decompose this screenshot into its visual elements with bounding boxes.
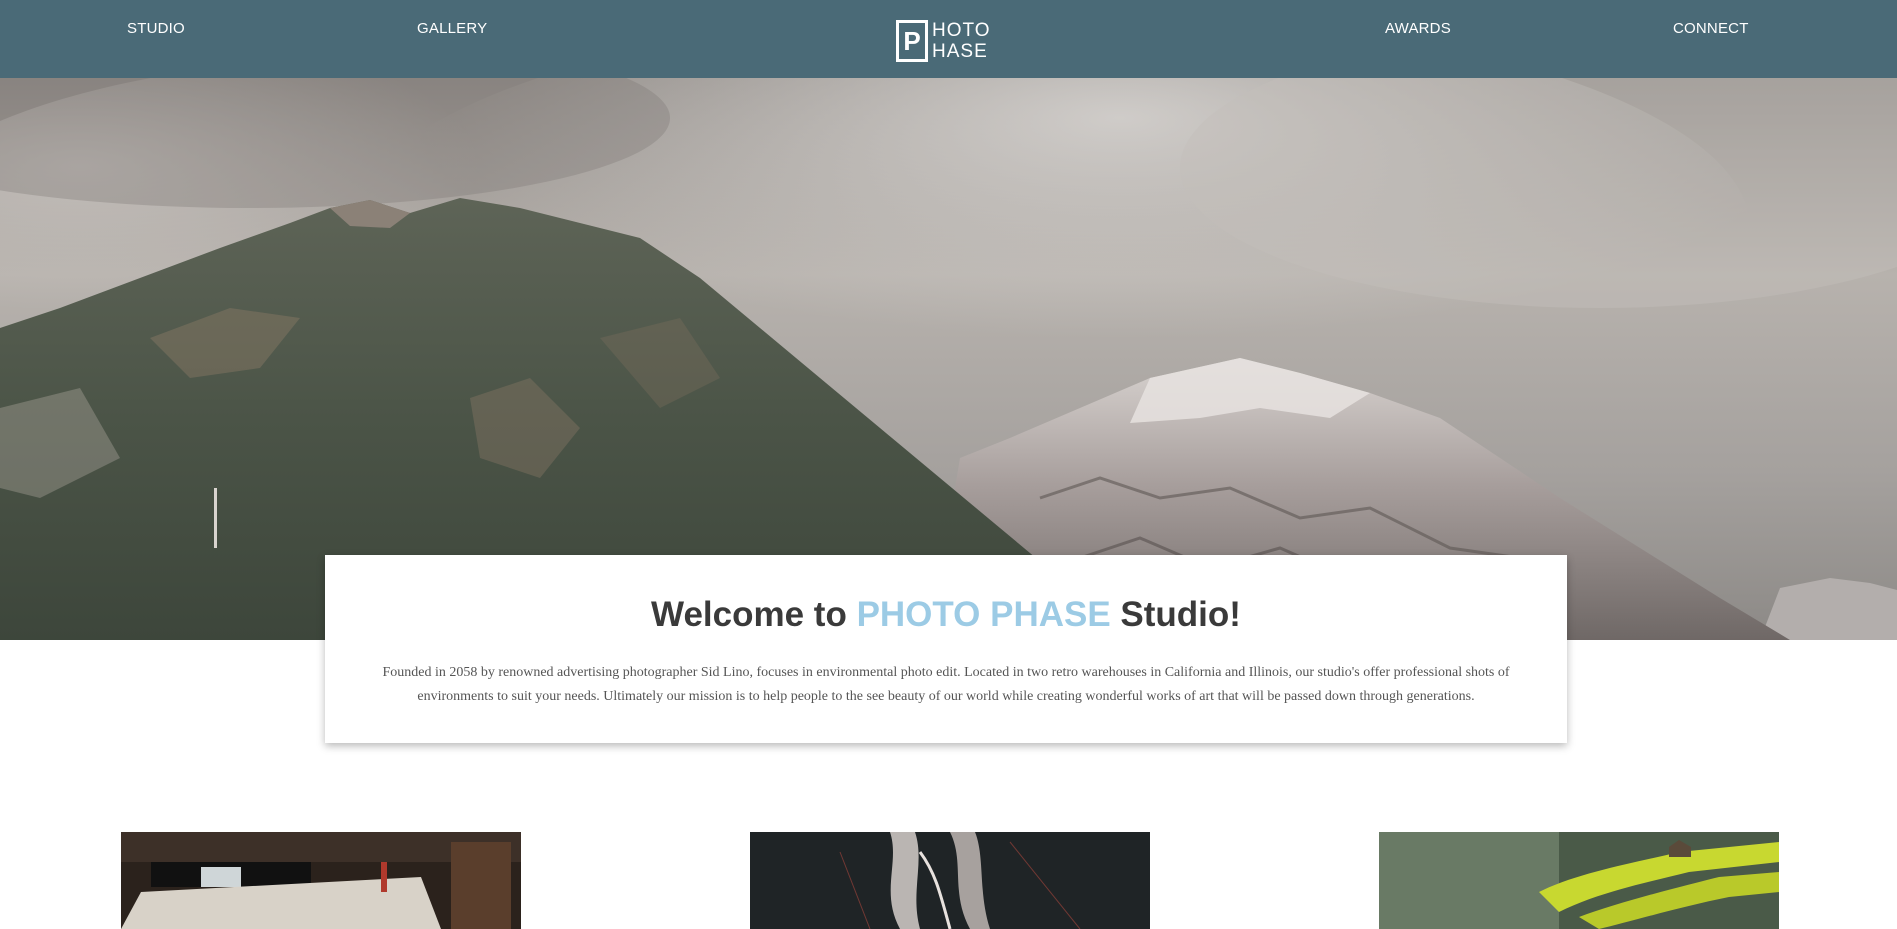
gallery-thumbnail-jellyfish[interactable] (750, 832, 1150, 929)
welcome-title-prefix: Welcome to (651, 595, 857, 634)
nav-link-connect[interactable]: CONNECT (1673, 20, 1749, 37)
welcome-title-brand: PHOTO PHASE (856, 595, 1111, 634)
welcome-card: Welcome to PHOTO PHASE Studio! Founded i… (325, 555, 1567, 743)
page: STUDIO GALLERY P HOTO HASE AWARDS CONNEC… (0, 0, 1897, 929)
logo-line-1: HOTO (932, 20, 991, 41)
top-navigation: STUDIO GALLERY P HOTO HASE AWARDS CONNEC… (0, 0, 1897, 78)
photo-phase-logo[interactable]: P HOTO HASE (896, 20, 1000, 62)
nav-link-gallery[interactable]: GALLERY (417, 20, 487, 37)
gallery-thumbnail-studio[interactable] (121, 832, 521, 929)
welcome-description: Founded in 2058 by renowned advertising … (382, 665, 1510, 704)
nav-link-awards[interactable]: AWARDS (1385, 20, 1451, 37)
welcome-title-suffix: Studio! (1110, 595, 1241, 634)
gallery-thumbnail-terraces[interactable] (1379, 832, 1779, 929)
welcome-title: Welcome to PHOTO PHASE Studio! (325, 595, 1567, 635)
logo-wordmark: HOTO HASE (932, 20, 991, 62)
nav-link-studio[interactable]: STUDIO (127, 20, 185, 37)
logo-mark: P (896, 20, 928, 62)
logo-line-2: HASE (932, 41, 988, 62)
